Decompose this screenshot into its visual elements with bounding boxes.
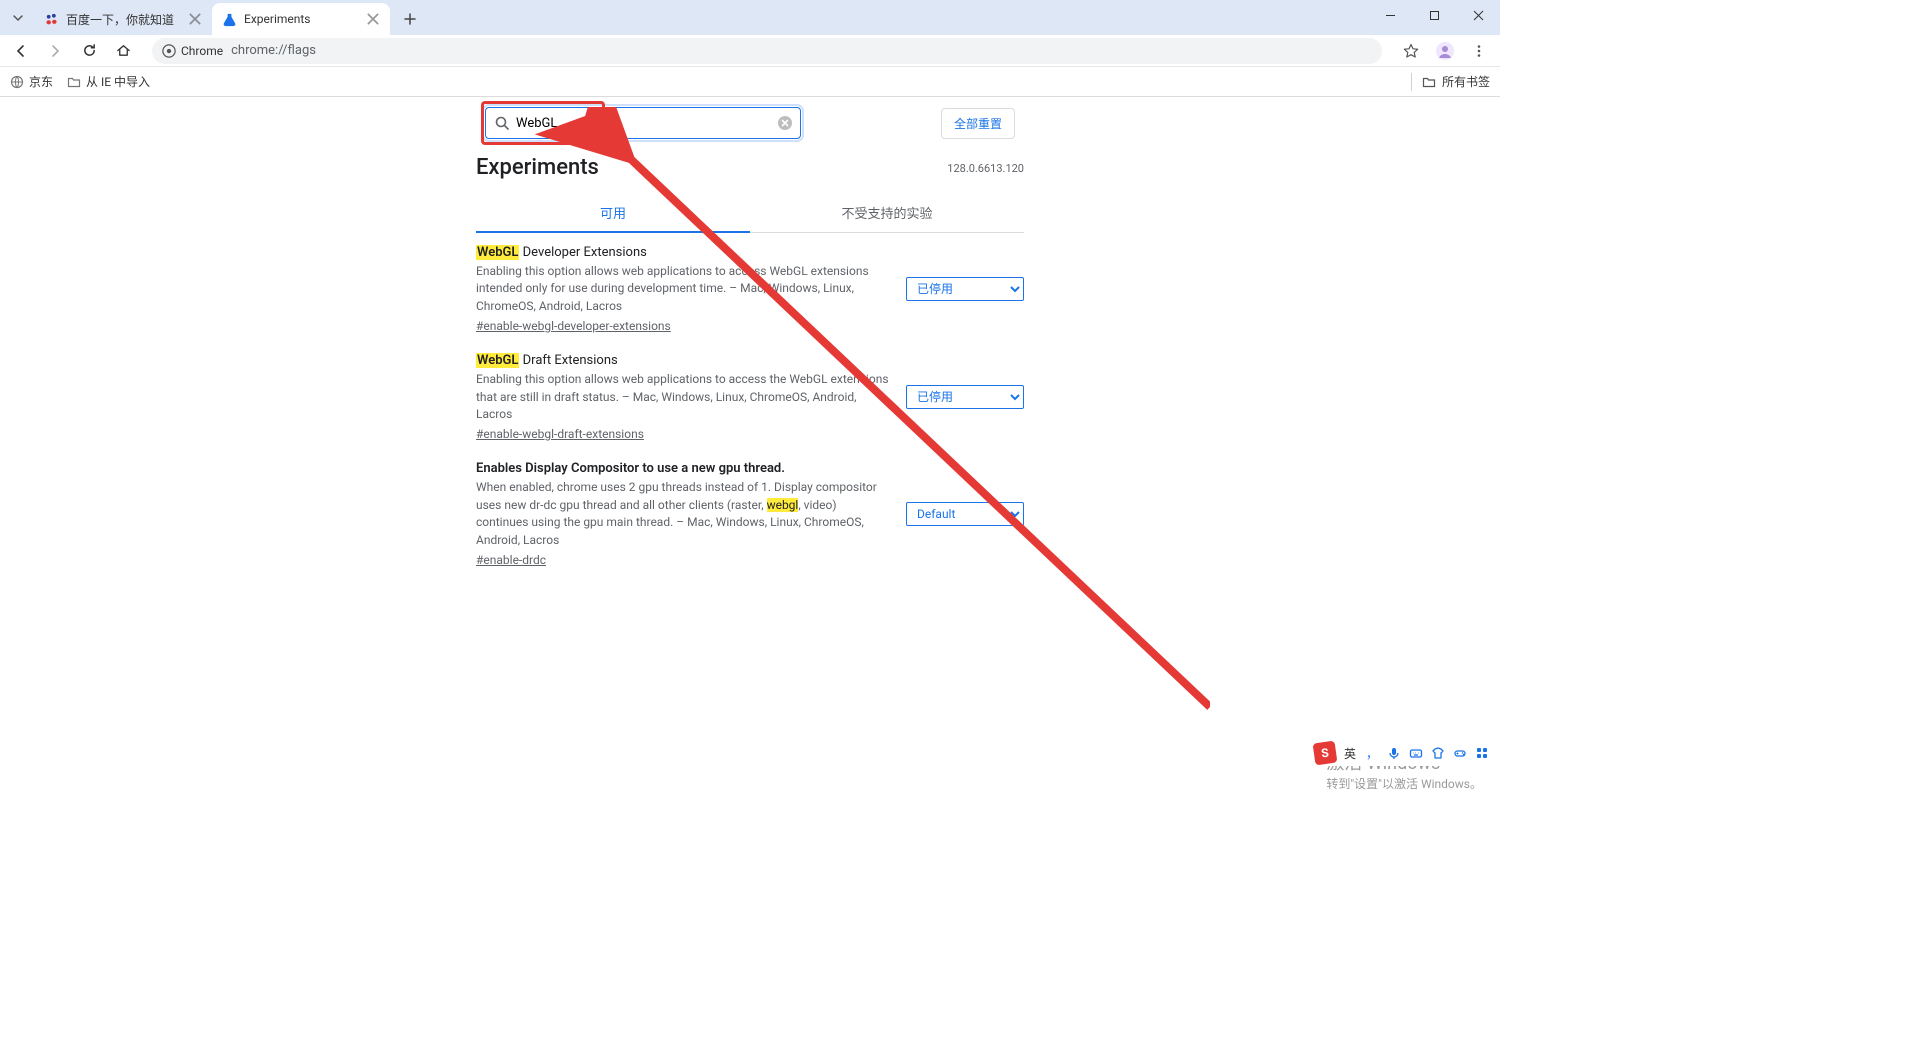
tab-title: 百度一下，你就知道 [66,11,181,28]
experiment-title: WebGL Draft Extensions [476,353,890,368]
experiment-state-select[interactable]: Default [906,502,1024,526]
close-circle-icon [777,115,793,131]
tab-baidu[interactable]: 百度一下，你就知道 [34,3,212,35]
bookmark-ie-import[interactable]: 从 IE 中导入 [67,73,150,90]
reload-button[interactable] [76,38,102,64]
experiment-row: Enables Display Compositor to use a new … [476,449,1024,575]
forward-button[interactable] [42,38,68,64]
bookmark-star-button[interactable] [1398,38,1424,64]
chevron-down-icon [12,12,24,24]
globe-icon [10,75,24,89]
clear-search-button[interactable] [776,114,794,132]
tab-available[interactable]: 可用 [476,193,750,232]
browser-toolbar: Chrome chrome://flags [0,35,1500,67]
page-content: 全部重置 Experiments 128.0.6613.120 可用 不受支持的… [0,97,1500,812]
search-icon [494,115,510,131]
sogou-logo-icon[interactable]: S [1313,741,1338,766]
experiment-hash-link[interactable]: #enable-drdc [476,553,546,567]
chrome-icon [162,44,176,58]
maximize-button[interactable] [1412,0,1456,30]
close-icon[interactable] [188,12,202,26]
profile-avatar[interactable] [1432,38,1458,64]
bookmark-label: 从 IE 中导入 [86,73,150,90]
chip-label: Chrome [181,44,223,58]
site-info-chip[interactable]: Chrome [162,44,223,58]
folder-icon [67,75,81,89]
experiment-title: WebGL Developer Extensions [476,245,890,260]
all-bookmarks-button[interactable]: 所有书签 [1411,73,1490,91]
close-window-button[interactable] [1456,0,1500,30]
flags-tabs: 可用 不受支持的实验 [476,193,1024,233]
flask-icon [222,12,237,27]
tab-experiments[interactable]: Experiments [212,3,390,35]
experiment-title: Enables Display Compositor to use a new … [476,461,890,476]
experiment-state-select[interactable]: 已停用 [906,385,1024,409]
flags-main: Experiments 128.0.6613.120 可用 不受支持的实验 We… [476,155,1024,575]
flags-search-input[interactable] [516,116,770,131]
new-tab-button[interactable] [396,5,424,33]
ime-mic-icon[interactable] [1386,745,1402,761]
all-bookmarks-label: 所有书签 [1442,73,1490,90]
tab-unavailable[interactable]: 不受支持的实验 [750,193,1024,232]
ime-keyboard-icon[interactable] [1408,745,1424,761]
close-icon[interactable] [366,12,380,26]
flags-search-row: 全部重置 [0,97,1500,149]
bookmarks-bar: 京东 从 IE 中导入 所有书签 [0,67,1500,97]
url-text: chrome://flags [231,43,316,58]
tab-search-button[interactable] [6,6,30,30]
window-controls [1368,0,1500,30]
flags-search-box[interactable] [485,107,801,139]
watermark-line2: 转到"设置"以激活 Windows。 [1326,775,1482,792]
bookmark-label: 京东 [29,73,53,90]
minimize-button[interactable] [1368,0,1412,30]
titlebar: 百度一下，你就知道 Experiments [0,0,1500,35]
ime-skin-icon[interactable] [1430,745,1446,761]
reset-all-button[interactable]: 全部重置 [941,108,1015,139]
experiment-hash-link[interactable]: #enable-webgl-draft-extensions [476,427,644,441]
ime-game-icon[interactable] [1452,745,1468,761]
experiment-state-select[interactable]: 已停用 [906,277,1024,301]
folder-icon [1422,75,1436,89]
experiment-hash-link[interactable]: #enable-webgl-developer-extensions [476,319,671,333]
menu-button[interactable] [1466,38,1492,64]
experiment-description: When enabled, chrome uses 2 gpu threads … [476,479,890,549]
tab-title: Experiments [244,12,359,26]
ime-toolbox-icon[interactable] [1474,745,1490,761]
experiment-description: Enabling this option allows web applicat… [476,263,890,315]
address-bar[interactable]: Chrome chrome://flags [152,38,1382,64]
back-button[interactable] [8,38,34,64]
experiment-row: WebGL Developer Extensions Enabling this… [476,233,1024,341]
ime-punct-toggle[interactable]: ， [1364,745,1380,761]
experiment-row: WebGL Draft Extensions Enabling this opt… [476,341,1024,449]
ime-lang-toggle[interactable]: 英 [1342,745,1358,761]
experiment-description: Enabling this option allows web applicat… [476,371,890,423]
bookmark-jd[interactable]: 京东 [10,73,53,90]
baidu-favicon-icon [44,12,59,27]
plus-icon [404,13,416,25]
home-button[interactable] [110,38,136,64]
ime-toolbar[interactable]: S 英 ， [1310,740,1494,766]
